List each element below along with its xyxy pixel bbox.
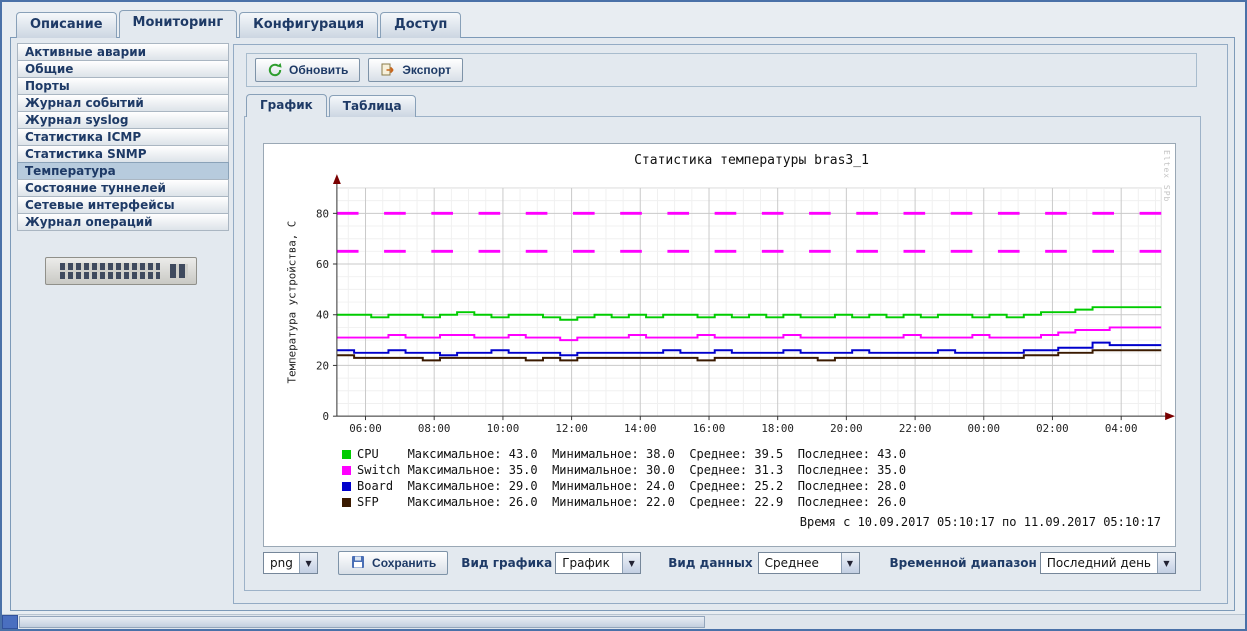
export-icon <box>380 62 396 78</box>
app-window: Описание Мониторинг Конфигурация Доступ … <box>0 0 1247 631</box>
svg-text:00:00: 00:00 <box>967 422 1000 435</box>
chevron-down-icon[interactable]: ▼ <box>299 553 317 573</box>
device-uplink-ports-icon <box>170 264 188 278</box>
svg-text:04:00: 04:00 <box>1105 422 1138 435</box>
svg-text:16:00: 16:00 <box>693 422 726 435</box>
device-image <box>45 257 197 285</box>
svg-text:0: 0 <box>323 410 330 423</box>
svg-text:18:00: 18:00 <box>761 422 794 435</box>
main-content: Обновить Экспорт График Таблица Статисти… <box>233 44 1228 604</box>
monitoring-panel: Активные аварии Общие Порты Журнал событ… <box>10 37 1235 611</box>
chevron-down-icon[interactable]: ▼ <box>841 553 859 573</box>
sidebar-item-operations-log[interactable]: Журнал операций <box>17 213 229 231</box>
legend-text: Switch Максимальное: 35.0 Минимальное: 3… <box>357 463 906 477</box>
tab-access[interactable]: Доступ <box>380 12 461 38</box>
svg-text:10:00: 10:00 <box>487 422 520 435</box>
tab-configuration[interactable]: Конфигурация <box>239 12 378 38</box>
chart-legend: CPU Максимальное: 43.0 Минимальное: 38.0… <box>342 446 1175 510</box>
svg-text:80: 80 <box>316 207 329 220</box>
horizontal-scrollbar[interactable] <box>2 614 1245 629</box>
legend-text: SFP Максимальное: 26.0 Минимальное: 22.0… <box>357 495 906 509</box>
sidebar-item-active-alarms[interactable]: Активные аварии <box>17 43 229 61</box>
chart-title: Статистика температуры bras3_1 <box>264 153 1175 168</box>
svg-text:06:00: 06:00 <box>349 422 382 435</box>
save-button-label: Сохранить <box>372 556 436 570</box>
chevron-down-icon[interactable]: ▼ <box>622 553 640 573</box>
time-range-combo[interactable]: Последний день ▼ <box>1040 552 1176 574</box>
chart-watermark: Eltex SPb <box>1162 150 1171 202</box>
tab-description[interactable]: Описание <box>16 12 117 38</box>
sidebar-item-syslog[interactable]: Журнал syslog <box>17 111 229 129</box>
save-icon <box>350 555 366 571</box>
legend-row: SFP Максимальное: 26.0 Минимальное: 22.0… <box>342 494 1175 510</box>
format-combo[interactable]: png ▼ <box>263 552 318 574</box>
refresh-button-label: Обновить <box>289 63 348 77</box>
chart-tab-bar: График Таблица <box>246 94 416 117</box>
scrollbar-corner <box>2 615 18 629</box>
svg-text:20: 20 <box>316 359 329 372</box>
legend-text: Board Максимальное: 29.0 Минимальное: 24… <box>357 479 906 493</box>
sidebar-item-ports[interactable]: Порты <box>17 77 229 95</box>
data-kind-label: Вид данных <box>668 556 752 570</box>
export-button[interactable]: Экспорт <box>368 58 463 82</box>
tab-graph[interactable]: График <box>246 94 327 117</box>
svg-text:60: 60 <box>316 258 329 271</box>
view-kind-combo[interactable]: График ▼ <box>555 552 641 574</box>
format-combo-value: png <box>264 556 299 570</box>
legend-row: Switch Максимальное: 35.0 Минимальное: 3… <box>342 462 1175 478</box>
toolbar: Обновить Экспорт <box>246 53 1197 87</box>
legend-color-swatch <box>342 482 351 491</box>
svg-text:Температура устройства, C: Температура устройства, C <box>286 221 299 384</box>
chart-time-range: Время с 10.09.2017 05:10:17 по 11.09.201… <box>264 515 1161 529</box>
svg-text:22:00: 22:00 <box>899 422 932 435</box>
data-kind-combo-value: Среднее <box>759 556 841 570</box>
svg-text:14:00: 14:00 <box>624 422 657 435</box>
svg-text:40: 40 <box>316 309 329 322</box>
svg-text:08:00: 08:00 <box>418 422 451 435</box>
svg-text:20:00: 20:00 <box>830 422 863 435</box>
svg-text:12:00: 12:00 <box>555 422 588 435</box>
sidebar-item-snmp-stats[interactable]: Статистика SNMP <box>17 145 229 163</box>
chevron-down-icon[interactable]: ▼ <box>1157 553 1175 573</box>
main-tab-bar: Описание Мониторинг Конфигурация Доступ <box>16 10 461 38</box>
view-kind-combo-value: График <box>556 556 622 570</box>
sidebar-item-temperature[interactable]: Температура <box>17 162 229 180</box>
svg-text:02:00: 02:00 <box>1036 422 1069 435</box>
legend-color-swatch <box>342 466 351 475</box>
sidebar-item-net-interfaces[interactable]: Сетевые интерфейсы <box>17 196 229 214</box>
refresh-icon <box>267 62 283 78</box>
legend-color-swatch <box>342 498 351 507</box>
scrollbar-thumb[interactable] <box>19 616 705 628</box>
refresh-button[interactable]: Обновить <box>255 58 360 82</box>
legend-text: CPU Максимальное: 43.0 Минимальное: 38.0… <box>357 447 906 461</box>
chart-panel: Статистика температуры bras3_1 0 20 40 60 80… <box>244 116 1201 591</box>
data-kind-combo[interactable]: Среднее ▼ <box>758 552 860 574</box>
sidebar-item-general[interactable]: Общие <box>17 60 229 78</box>
legend-row: Board Максимальное: 29.0 Минимальное: 24… <box>342 478 1175 494</box>
sidebar-item-tunnels[interactable]: Состояние туннелей <box>17 179 229 197</box>
tab-table[interactable]: Таблица <box>329 95 416 117</box>
save-button[interactable]: Сохранить <box>338 551 448 575</box>
time-range-label: Временной диапазон <box>890 556 1037 570</box>
legend-row: CPU Максимальное: 43.0 Минимальное: 38.0… <box>342 446 1175 462</box>
sidebar-item-event-log[interactable]: Журнал событий <box>17 94 229 112</box>
device-ports-icon <box>60 263 160 279</box>
view-kind-label: Вид графика <box>461 556 552 570</box>
sidebar-item-icmp-stats[interactable]: Статистика ICMP <box>17 128 229 146</box>
legend-color-swatch <box>342 450 351 459</box>
chart-plot-area: 0 20 40 60 80 06:00 08:00 10:00 12:00 14:00 16:00 1… <box>264 170 1175 442</box>
time-range-combo-value: Последний день <box>1041 556 1157 570</box>
export-button-label: Экспорт <box>402 63 451 77</box>
chart-footer-controls: png ▼ Сохранить Вид графика График ▼ <box>263 550 1176 576</box>
temperature-chart: Статистика температуры bras3_1 0 20 40 60 80… <box>263 143 1176 547</box>
tab-monitoring[interactable]: Мониторинг <box>119 10 238 38</box>
sidebar: Активные аварии Общие Порты Журнал событ… <box>17 44 229 604</box>
